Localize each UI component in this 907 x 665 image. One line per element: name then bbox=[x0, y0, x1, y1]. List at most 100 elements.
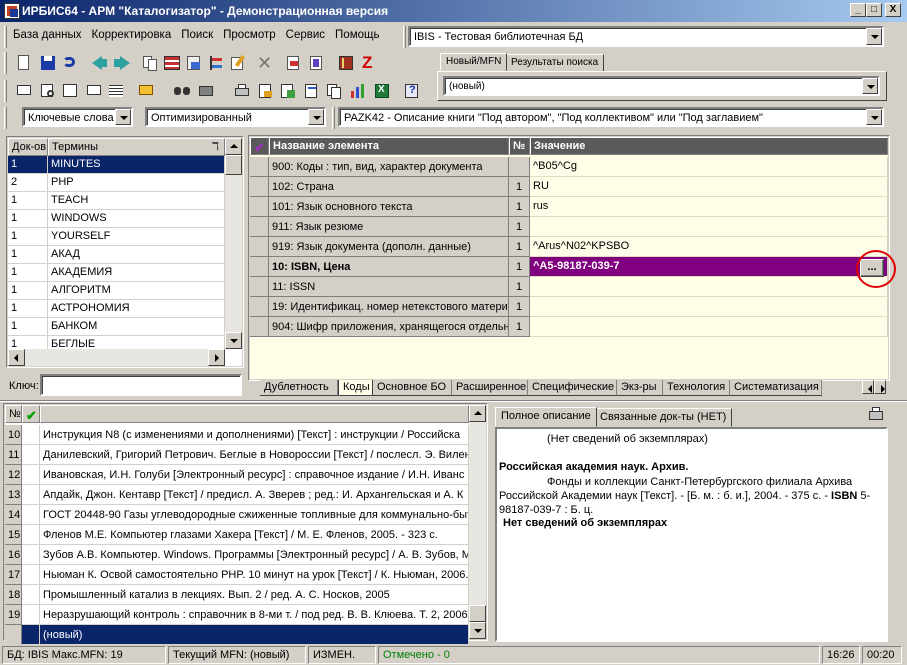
doc-row[interactable]: 16 Зубов А.В. Компьютер. Windows. Програм… bbox=[5, 545, 469, 565]
scroll-thumb[interactable] bbox=[225, 155, 242, 175]
record-row-value[interactable] bbox=[530, 277, 888, 297]
record-tab[interactable]: Дублетность bbox=[260, 380, 338, 396]
print-list-icon[interactable] bbox=[256, 81, 276, 101]
terms-row[interactable]: 2 PHP bbox=[8, 174, 225, 192]
doc-row[interactable]: 13 Апдайк, Джон. Кентавр [Текст] / предис… bbox=[5, 485, 469, 505]
search-method-combo[interactable]: Оптимизированный bbox=[145, 107, 326, 127]
record-row-value[interactable]: ^Arus^N02^KPSBO bbox=[530, 237, 888, 257]
report-icon[interactable] bbox=[302, 81, 322, 101]
record-row-value[interactable] bbox=[530, 217, 888, 237]
doc-row[interactable]: 12 Ивановская, И.Н. Голуби [Электронный р… bbox=[5, 465, 469, 485]
excel-icon[interactable]: X bbox=[372, 81, 392, 101]
record-row-value[interactable]: RU bbox=[530, 177, 888, 197]
arrow-left-icon[interactable] bbox=[90, 53, 110, 73]
record-row[interactable]: 900: Коды : тип, вид, характер документа… bbox=[250, 157, 888, 177]
binoculars-icon[interactable] bbox=[172, 81, 192, 101]
minimize-button[interactable]: _ bbox=[850, 3, 866, 17]
record-row[interactable]: 101: Язык основного текста 1 rus bbox=[250, 197, 888, 217]
doc-row-check[interactable] bbox=[22, 545, 40, 565]
record-row[interactable]: 904: Шифр приложения, хранящегося отдель… bbox=[250, 317, 888, 337]
record-row-value[interactable] bbox=[530, 297, 888, 317]
record-row[interactable]: 102: Страна 1 RU bbox=[250, 177, 888, 197]
database-combo[interactable]: IBIS - Тестовая библиотечная БД bbox=[408, 26, 884, 47]
doc-row[interactable]: 10 Инструкция N8 (с изменениями и дополне… bbox=[5, 425, 469, 445]
tabs-scroll-right-icon[interactable] bbox=[874, 380, 886, 394]
preview-icon[interactable] bbox=[84, 81, 104, 101]
record-header-name[interactable]: Название элемента bbox=[269, 137, 509, 155]
chevron-down-icon[interactable] bbox=[308, 109, 324, 125]
scroll-up-icon[interactable] bbox=[469, 405, 486, 422]
record-tab[interactable]: Экз-ры bbox=[617, 380, 663, 396]
scroll-right-icon[interactable] bbox=[208, 349, 225, 366]
terms-header-term[interactable]: Термины ℸ bbox=[48, 138, 225, 156]
search-bar-grip[interactable] bbox=[4, 107, 7, 129]
menu-view[interactable]: Просмотр bbox=[218, 26, 281, 44]
export-icon[interactable] bbox=[306, 53, 326, 73]
doc-row-check[interactable] bbox=[22, 605, 40, 625]
terms-row[interactable]: 1 АСТРОНОМИЯ bbox=[8, 300, 225, 318]
tabs-scroll-left-icon[interactable] bbox=[862, 380, 874, 394]
chevron-down-icon[interactable] bbox=[866, 109, 882, 125]
doc-row[interactable]: 15 Фленов М.Е. Компьютер глазами Хакера [… bbox=[5, 525, 469, 545]
terms-vscrollbar[interactable] bbox=[225, 138, 242, 349]
search-doc-icon[interactable] bbox=[38, 81, 58, 101]
print-record-icon[interactable] bbox=[184, 53, 204, 73]
record-tab[interactable]: Технология bbox=[663, 380, 730, 396]
menu-database[interactable]: База данных bbox=[8, 26, 87, 44]
copy-record-icon[interactable] bbox=[140, 53, 160, 73]
tab-linked-docs[interactable]: Связанные док-ты (НЕТ) bbox=[594, 408, 733, 427]
worksheet-grip[interactable] bbox=[332, 107, 335, 129]
doc-row-new-check[interactable] bbox=[22, 625, 40, 645]
scroll-up-icon[interactable] bbox=[225, 138, 242, 155]
menu-help[interactable]: Помощь bbox=[330, 26, 384, 44]
chat-icon[interactable] bbox=[14, 81, 34, 101]
menu-edit[interactable]: Корректировка bbox=[87, 26, 177, 44]
z3950-icon[interactable]: Z bbox=[358, 53, 378, 73]
terms-row[interactable]: 1 АЛГОРИТМ bbox=[8, 282, 225, 300]
doc-row-check[interactable] bbox=[22, 525, 40, 545]
folder-icon[interactable] bbox=[196, 81, 216, 101]
record-row-value[interactable]: rus bbox=[530, 197, 888, 217]
doc-header-num[interactable]: № bbox=[5, 405, 22, 423]
tab-full-description[interactable]: Полное описание bbox=[495, 407, 597, 427]
list-icon[interactable] bbox=[106, 81, 126, 101]
scroll-down-icon[interactable] bbox=[225, 332, 242, 349]
toolbar2-grip[interactable] bbox=[4, 80, 7, 102]
terms-row[interactable]: 1 TEACH bbox=[8, 192, 225, 210]
printer-icon[interactable] bbox=[232, 81, 252, 101]
record-header-num[interactable]: № bbox=[509, 137, 530, 155]
terms-row[interactable]: 1 АКАДЕМИЯ bbox=[8, 264, 225, 282]
import-icon[interactable] bbox=[284, 53, 304, 73]
terms-row[interactable]: 1 АКАД bbox=[8, 246, 225, 264]
record-row[interactable]: 911: Язык резюме 1 bbox=[250, 217, 888, 237]
worksheet-combo[interactable]: PAZK42 - Описание книги "Под автором", "… bbox=[338, 107, 884, 127]
book-icon[interactable] bbox=[336, 53, 356, 73]
doc-row-check[interactable] bbox=[22, 565, 40, 585]
arrow-right-icon[interactable] bbox=[112, 53, 132, 73]
record-row[interactable]: 19: Идентификац. номер нетекстового мате… bbox=[250, 297, 888, 317]
doc-row-check[interactable] bbox=[22, 505, 40, 525]
record-row-value[interactable]: ^B05^Cg bbox=[530, 157, 888, 177]
doc-row-check[interactable] bbox=[22, 485, 40, 505]
undo-icon[interactable] bbox=[60, 53, 80, 73]
chevron-down-icon[interactable] bbox=[115, 109, 131, 125]
doc-row-check[interactable] bbox=[22, 585, 40, 605]
doc-row[interactable]: 11 Данилевский, Григорий Петрович. Беглые… bbox=[5, 445, 469, 465]
chevron-down-icon[interactable] bbox=[866, 28, 882, 45]
terms-hscrollbar[interactable] bbox=[8, 349, 225, 366]
tab-search-results[interactable]: Результаты поиска bbox=[505, 54, 605, 72]
doc-row[interactable]: 18 Промышленный катализ в лекциях. Вып. 2… bbox=[5, 585, 469, 605]
terms-row[interactable]: 1 БАНКОМ bbox=[8, 318, 225, 336]
doc-row[interactable]: 14 ГОСТ 20448-90 Газы углеводородные сжиж… bbox=[5, 505, 469, 525]
record-header-check[interactable]: ✔ bbox=[250, 137, 269, 155]
doc-row[interactable]: 17 Ньюман К. Освой самостоятельно PHP. 10… bbox=[5, 565, 469, 585]
maximize-button[interactable]: □ bbox=[866, 3, 882, 17]
terms-row[interactable]: 1 YOURSELF bbox=[8, 228, 225, 246]
doc-vscrollbar[interactable] bbox=[469, 405, 486, 639]
menu-search[interactable]: Поиск bbox=[176, 26, 218, 44]
print-description-icon[interactable] bbox=[866, 405, 886, 425]
scroll-thumb[interactable] bbox=[469, 605, 486, 622]
doc-row-check[interactable] bbox=[22, 465, 40, 485]
terms-row[interactable]: 1 MINUTES bbox=[8, 156, 225, 174]
doc-header-check[interactable]: ✔ bbox=[22, 405, 40, 423]
